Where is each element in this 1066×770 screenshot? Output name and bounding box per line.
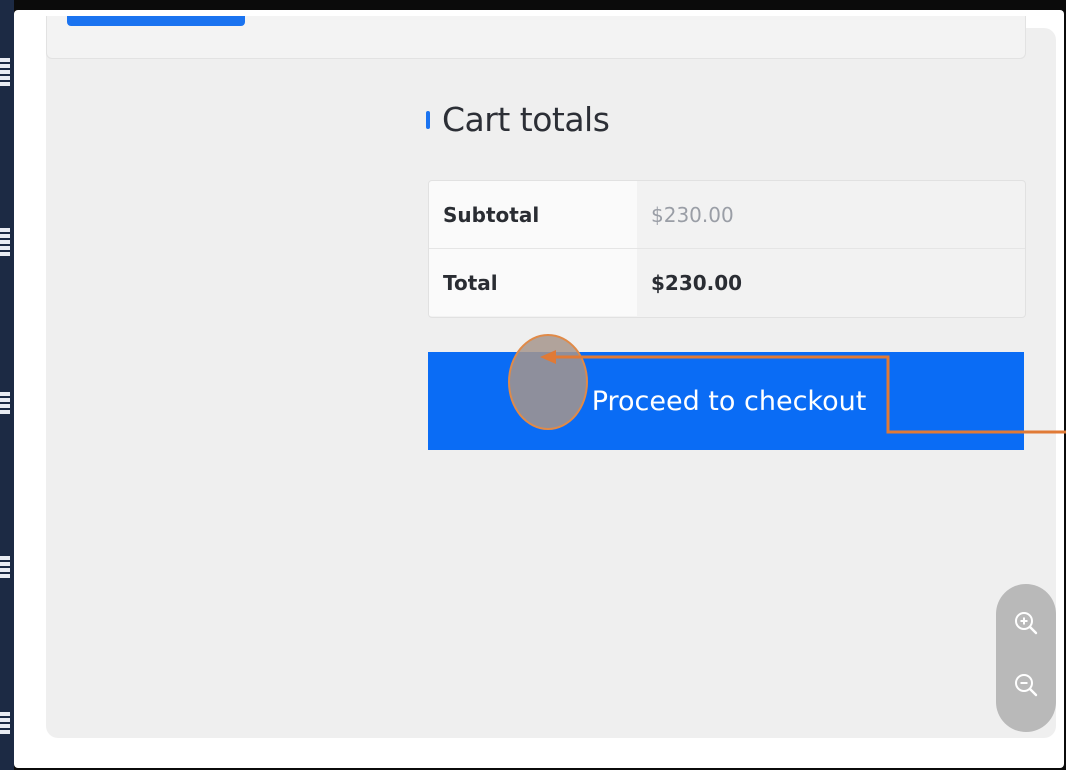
page-title: Cart totals: [442, 100, 610, 139]
zoom-in-icon[interactable]: [1011, 608, 1041, 638]
subtotal-label: Subtotal: [429, 181, 637, 248]
zoom-control: [996, 584, 1056, 732]
heading-accent-bar: [426, 110, 430, 129]
cart-totals-table: Subtotal $230.00 Total $230.00: [428, 180, 1026, 318]
screenshot-frame: Cart totals Subtotal $230.00 Total $230.…: [0, 0, 1066, 770]
previous-section-card: [46, 16, 1026, 59]
table-row: Total $230.00: [429, 249, 1025, 316]
click-target-marker: [508, 334, 588, 430]
zoom-out-icon[interactable]: [1011, 670, 1041, 700]
subtotal-value: $230.00: [651, 202, 734, 227]
table-row: Subtotal $230.00: [429, 181, 1025, 249]
active-tab-indicator[interactable]: [67, 16, 245, 26]
checkout-button-label: Proceed to checkout: [591, 385, 867, 417]
cart-totals-heading: Cart totals: [426, 100, 610, 139]
left-decorative-strip: [0, 0, 14, 770]
total-value: $230.00: [651, 270, 743, 295]
total-label: Total: [429, 249, 637, 316]
